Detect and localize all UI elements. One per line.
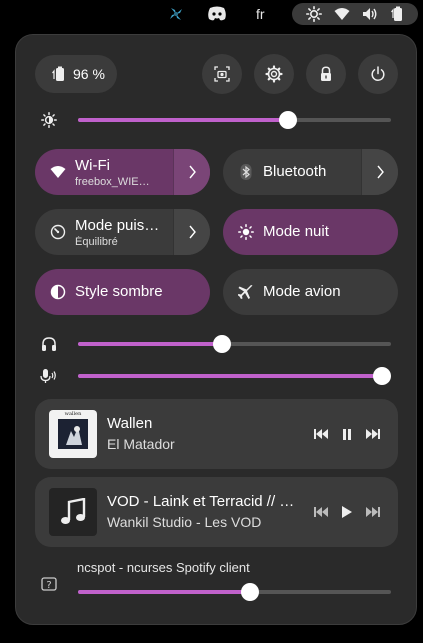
wifi-label: Wi-Fi [75, 157, 110, 174]
power-mode-label: Mode puis… [75, 217, 160, 234]
next-track-button[interactable] [363, 502, 383, 522]
settings-button[interactable] [254, 54, 294, 94]
brightness-slider[interactable] [78, 110, 391, 130]
power-mode-toggle[interactable]: Mode puis… Équilibré [35, 209, 210, 255]
app-volume-slider[interactable] [78, 582, 391, 602]
dark-style-icon [49, 283, 67, 301]
media-title: Wallen [107, 415, 153, 432]
wifi-network-name: freebox_WIE… [75, 176, 150, 188]
fan-icon[interactable] [166, 4, 186, 24]
wifi-menu-arrow[interactable] [173, 149, 210, 195]
night-mode-label: Mode nuit [263, 223, 329, 240]
pause-icon [342, 428, 352, 440]
chevron-right-icon [187, 165, 197, 179]
chevron-right-icon [187, 225, 197, 239]
album-cover-photo [58, 419, 88, 449]
gear-icon [265, 65, 283, 83]
screenshot-button[interactable] [202, 54, 242, 94]
album-art-text: wallen [64, 411, 82, 417]
battery-icon [390, 6, 406, 22]
output-volume-slider[interactable] [78, 334, 391, 354]
battery-icon [51, 66, 67, 82]
volume-icon [362, 6, 378, 22]
airplane-mode-toggle[interactable]: Mode avion [223, 269, 398, 315]
bluetooth-toggle[interactable]: Bluetooth [223, 149, 398, 195]
airplane-mode-label: Mode avion [263, 283, 341, 300]
slider-handle[interactable] [373, 367, 391, 385]
airplane-icon [237, 283, 255, 301]
power-icon [370, 66, 386, 82]
night-mode-toggle[interactable]: Mode nuit [223, 209, 398, 255]
slider-handle[interactable] [212, 335, 231, 353]
skip-back-icon [314, 507, 328, 517]
skip-forward-icon [366, 429, 380, 439]
pause-button[interactable] [337, 424, 357, 444]
lock-icon [318, 66, 334, 82]
power-mode-menu-arrow[interactable] [173, 209, 210, 255]
media-artist: El Matador [107, 436, 175, 452]
speedometer-icon [49, 223, 67, 241]
play-icon [342, 506, 352, 518]
wifi-toggle[interactable]: Wi-Fi freebox_WIE… [35, 149, 210, 195]
media-artist: Wankil Studio - Les VOD [107, 514, 262, 530]
brightness-icon [306, 6, 322, 22]
quick-settings-panel: 96 % Wi-Fi freebox_WIE… Bluetooth Mode p… [15, 34, 417, 625]
music-note-icon [60, 498, 86, 526]
slider-handle[interactable] [278, 111, 297, 129]
microphone-icon[interactable] [40, 367, 58, 385]
battery-percentage: 96 % [73, 66, 105, 82]
headphones-icon[interactable] [40, 335, 58, 353]
media-player-card[interactable]: wallen Wallen El Matador [35, 399, 398, 469]
chevron-right-icon [375, 165, 385, 179]
input-volume-slider[interactable] [78, 366, 391, 386]
camera-icon [214, 66, 230, 82]
next-track-button[interactable] [363, 424, 383, 444]
system-status-menu[interactable] [292, 3, 418, 25]
skip-back-icon [314, 429, 328, 439]
slider-fill [78, 342, 222, 346]
top-bar: fr [0, 0, 423, 28]
wifi-icon [49, 163, 67, 181]
wifi-icon [334, 6, 350, 22]
previous-track-button[interactable] [311, 424, 331, 444]
slider-fill [78, 590, 251, 594]
album-art [49, 488, 97, 536]
bluetooth-menu-arrow[interactable] [361, 149, 398, 195]
bluetooth-icon [237, 163, 255, 181]
discord-icon[interactable] [206, 4, 228, 24]
power-mode-value: Équilibré [75, 236, 118, 248]
svg-text:?: ? [46, 580, 51, 591]
media-player-card[interactable]: VOD - Laink et Terracid // … Wankil Stud… [35, 477, 398, 547]
dark-style-label: Style sombre [75, 283, 163, 300]
slider-handle[interactable] [241, 583, 260, 601]
brightness-icon [40, 111, 58, 129]
battery-button[interactable]: 96 % [35, 55, 117, 93]
slider-fill [78, 118, 288, 122]
media-title: VOD - Laink et Terracid // … [107, 493, 295, 510]
power-button[interactable] [358, 54, 398, 94]
app-unknown-icon: ? [40, 575, 58, 593]
lock-button[interactable] [306, 54, 346, 94]
skip-forward-icon [366, 507, 380, 517]
album-art: wallen [49, 410, 97, 458]
app-volume-label: ncspot - ncurses Spotify client [77, 560, 250, 575]
dark-style-toggle[interactable]: Style sombre [35, 269, 210, 315]
keyboard-language[interactable]: fr [256, 6, 265, 22]
slider-fill [78, 374, 385, 378]
previous-track-button[interactable] [311, 502, 331, 522]
bluetooth-label: Bluetooth [263, 163, 327, 180]
play-button[interactable] [337, 502, 357, 522]
night-light-icon [237, 223, 255, 241]
